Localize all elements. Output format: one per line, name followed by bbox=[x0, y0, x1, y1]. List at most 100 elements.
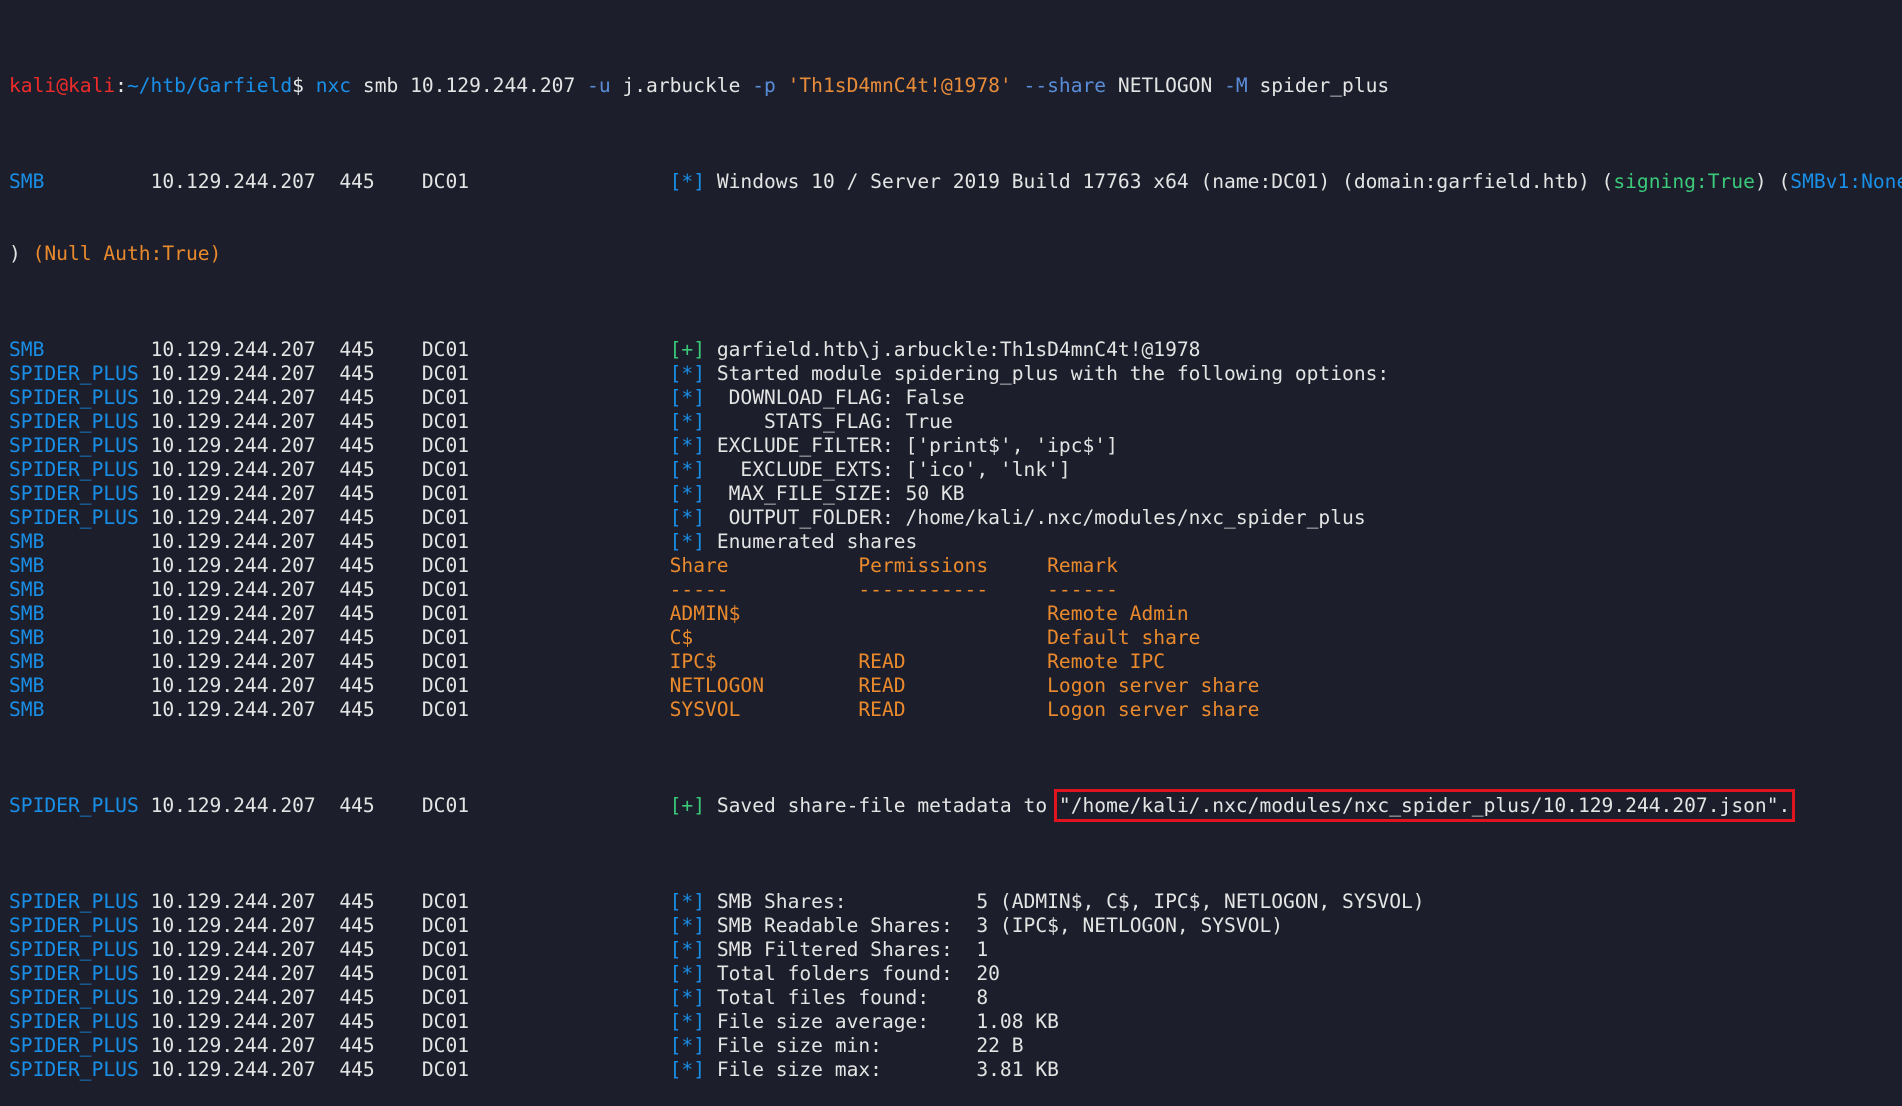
output-lines: SMB 10.129.244.207 445 DC01 [+] garfield… bbox=[9, 338, 1902, 722]
host-port: 445 bbox=[339, 554, 375, 577]
host-ip: 10.129.244.207 bbox=[150, 482, 316, 505]
proto-label: SPIDER_PLUS bbox=[9, 794, 139, 817]
banner-signing: signing:True bbox=[1613, 170, 1755, 193]
command-share-flag: --share bbox=[1023, 74, 1107, 97]
proto-label: SPIDER_PLUS bbox=[9, 986, 139, 1009]
host-ip: 10.129.244.207 bbox=[150, 890, 316, 913]
host-name: DC01 bbox=[421, 434, 470, 457]
host-ip: 10.129.244.207 bbox=[150, 530, 316, 553]
stats-line: SPIDER_PLUS 10.129.244.207 445 DC01 [*] … bbox=[9, 986, 1902, 1010]
proto-label: SPIDER_PLUS bbox=[9, 938, 139, 961]
host-ip: 10.129.244.207 bbox=[150, 794, 316, 817]
share-table-row: SYSVOL READ Logon server share bbox=[669, 698, 1260, 721]
stats-line: SPIDER_PLUS 10.129.244.207 445 DC01 [*] … bbox=[9, 938, 1902, 962]
status-tag: [*] bbox=[669, 506, 706, 529]
host-ip: 10.129.244.207 bbox=[150, 410, 316, 433]
proto-label: SPIDER_PLUS bbox=[9, 914, 139, 937]
stat-text: SMB Readable Shares: 3 (IPC$, NETLOGON, … bbox=[716, 914, 1284, 937]
proto-label: SPIDER_PLUS bbox=[9, 962, 139, 985]
proto-label: SMB bbox=[9, 602, 45, 625]
proto-label: SPIDER_PLUS bbox=[9, 458, 139, 481]
share-table-row: IPC$ READ Remote IPC bbox=[669, 650, 1166, 673]
host-name: DC01 bbox=[421, 578, 470, 601]
prompt-at: @ bbox=[56, 74, 68, 97]
host-ip: 10.129.244.207 bbox=[150, 602, 316, 625]
proto-label: SMB bbox=[9, 338, 45, 361]
status-tag: [*] bbox=[669, 410, 706, 433]
proto-label: SMB bbox=[9, 626, 45, 649]
proto-label: SPIDER_PLUS bbox=[9, 434, 139, 457]
stat-text: Total files found: 8 bbox=[716, 986, 989, 1009]
host-ip: 10.129.244.207 bbox=[150, 698, 316, 721]
status-tag: [*] bbox=[669, 986, 706, 1009]
line-text: Started module spidering_plus with the f… bbox=[716, 362, 1390, 385]
host-name: DC01 bbox=[421, 1010, 470, 1033]
status-tag: [*] bbox=[669, 1058, 706, 1081]
host-ip: 10.129.244.207 bbox=[150, 914, 316, 937]
proto-label: SPIDER_PLUS bbox=[9, 1058, 139, 1081]
host-port: 445 bbox=[339, 1058, 375, 1081]
host-port: 445 bbox=[339, 482, 375, 505]
output-line: SMB 10.129.244.207 445 DC01 NETLOGON REA… bbox=[9, 674, 1902, 698]
host-name: DC01 bbox=[421, 794, 470, 817]
output-line: SMB 10.129.244.207 445 DC01 ----- ------… bbox=[9, 578, 1902, 602]
host-ip: 10.129.244.207 bbox=[150, 650, 316, 673]
saved-line: SPIDER_PLUS 10.129.244.207 445 DC01 [+] … bbox=[9, 789, 1902, 822]
proto-label: SMB bbox=[9, 650, 45, 673]
status-tag: [*] bbox=[669, 458, 706, 481]
share-table-row: NETLOGON READ Logon server share bbox=[669, 674, 1260, 697]
banner-smbv1: SMBv1:None bbox=[1790, 170, 1902, 193]
banner-mid: ) ( bbox=[1754, 170, 1791, 193]
host-name: DC01 bbox=[421, 626, 470, 649]
stat-text: SMB Shares: 5 (ADMIN$, C$, IPC$, NETLOGO… bbox=[716, 890, 1425, 913]
prompt-sep: : bbox=[115, 74, 127, 97]
output-line: SPIDER_PLUS 10.129.244.207 445 DC01 [*] … bbox=[9, 506, 1902, 530]
host-name: DC01 bbox=[421, 602, 470, 625]
host-ip: 10.129.244.207 bbox=[150, 506, 316, 529]
banner-null-auth: (Null Auth:True) bbox=[32, 242, 222, 265]
host-name: DC01 bbox=[421, 914, 470, 937]
stats-lines: SPIDER_PLUS 10.129.244.207 445 DC01 [*] … bbox=[9, 890, 1902, 1082]
line-text: EXCLUDE_EXTS: ['ico', 'lnk'] bbox=[716, 458, 1071, 481]
command-p-flag: -p bbox=[752, 74, 776, 97]
host-port: 445 bbox=[339, 650, 375, 673]
host-port: 445 bbox=[339, 626, 375, 649]
host-name: DC01 bbox=[421, 938, 470, 961]
host-name: DC01 bbox=[421, 482, 470, 505]
status-tag: [+] bbox=[669, 794, 706, 817]
share-table-row: Share Permissions Remark bbox=[669, 554, 1118, 577]
host-name: DC01 bbox=[421, 554, 470, 577]
host-name: DC01 bbox=[421, 890, 470, 913]
host-port: 445 bbox=[339, 434, 375, 457]
host-ip: 10.129.244.207 bbox=[150, 554, 316, 577]
line-text: OUTPUT_FOLDER: /home/kali/.nxc/modules/n… bbox=[716, 506, 1366, 529]
host-port: 445 bbox=[339, 938, 375, 961]
host-port: 445 bbox=[339, 506, 375, 529]
stats-line: SPIDER_PLUS 10.129.244.207 445 DC01 [*] … bbox=[9, 1034, 1902, 1058]
stat-text: File size max: 3.81 KB bbox=[716, 1058, 1059, 1081]
share-table-row: ADMIN$ Remote Admin bbox=[669, 602, 1189, 625]
command-user: j.arbuckle bbox=[622, 74, 741, 97]
banner-line: SMB 10.129.244.207 445 DC01 [*] Windows … bbox=[9, 170, 1902, 194]
host-port: 445 bbox=[339, 602, 375, 625]
host-name: DC01 bbox=[421, 986, 470, 1009]
host-port: 445 bbox=[339, 674, 375, 697]
host-name: DC01 bbox=[421, 458, 470, 481]
host-port: 445 bbox=[339, 914, 375, 937]
output-line: SPIDER_PLUS 10.129.244.207 445 DC01 [*] … bbox=[9, 386, 1902, 410]
host-name: DC01 bbox=[421, 530, 470, 553]
line-text: EXCLUDE_FILTER: ['print$', 'ipc$'] bbox=[716, 434, 1118, 457]
saved-text: Saved share-file metadata to bbox=[716, 794, 1059, 817]
host-name: DC01 bbox=[421, 674, 470, 697]
banner-cont-open: ) bbox=[9, 242, 33, 265]
stats-line: SPIDER_PLUS 10.129.244.207 445 DC01 [*] … bbox=[9, 890, 1902, 914]
proto-label: SPIDER_PLUS bbox=[9, 506, 139, 529]
stat-text: File size min: 22 B bbox=[716, 1034, 1024, 1057]
host-ip: 10.129.244.207 bbox=[150, 170, 316, 193]
status-tag: [*] bbox=[669, 962, 706, 985]
stat-text: SMB Filtered Shares: 1 bbox=[716, 938, 989, 961]
line-text: garfield.htb\j.arbuckle:Th1sD4mnC4t!@197… bbox=[716, 338, 1201, 361]
host-ip: 10.129.244.207 bbox=[150, 962, 316, 985]
stats-line: SPIDER_PLUS 10.129.244.207 445 DC01 [*] … bbox=[9, 1058, 1902, 1082]
host-name: DC01 bbox=[421, 338, 470, 361]
